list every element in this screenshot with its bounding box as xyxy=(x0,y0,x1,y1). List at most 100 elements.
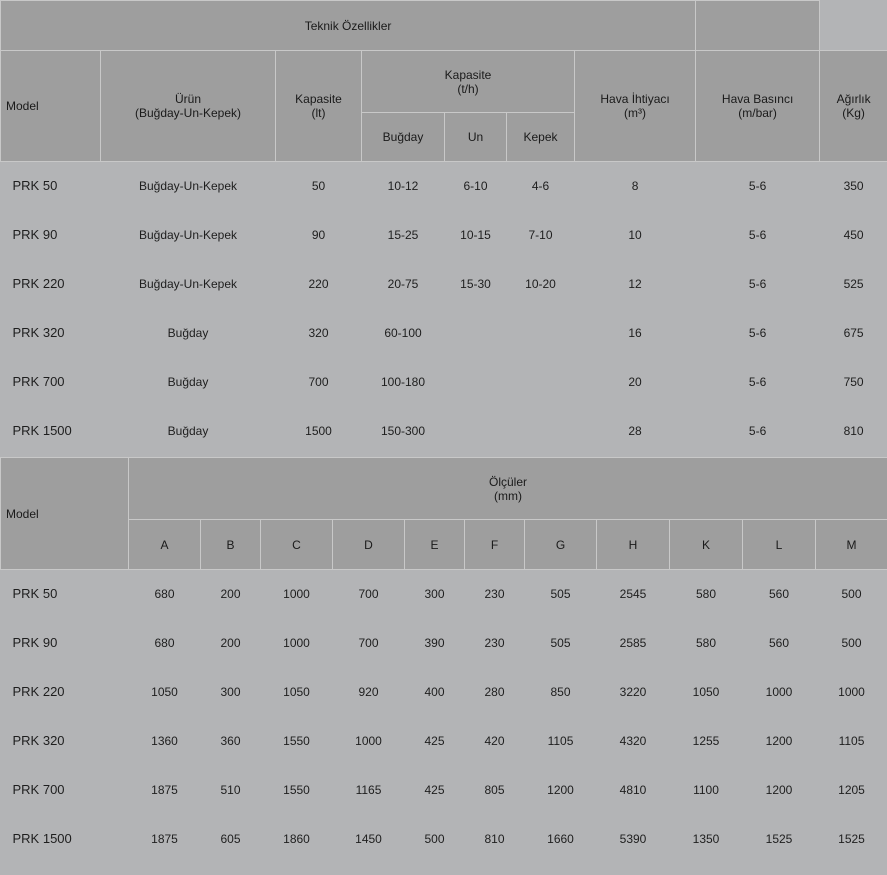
table-row: PRK 90 680 200 1000 700 390 230 505 2585 580 560 50… xyxy=(0,618,887,668)
table-cell xyxy=(506,406,575,456)
table-cell: 400 xyxy=(404,667,465,717)
specs-table-body: PRK 50 Buğday-Un-Kepek 50 10-12 6-10 4-6 8 5-6 3… xyxy=(0,161,887,456)
table-cell: 5-6 xyxy=(695,308,820,358)
table-cell: 1875 xyxy=(128,814,201,864)
table-cell: 15-25 xyxy=(361,210,445,260)
col-kepek: Kepek xyxy=(506,112,575,162)
dim-col-olculer: Ölçüler (mm) xyxy=(128,457,887,520)
table-cell xyxy=(444,406,507,456)
table-cell: 700 xyxy=(275,357,362,407)
model-cell: PRK 700 xyxy=(0,765,129,815)
table-cell: 1200 xyxy=(742,765,816,815)
table-cell xyxy=(506,308,575,358)
table-cell: 12 xyxy=(574,259,696,309)
table-cell xyxy=(444,308,507,358)
table-cell: 920 xyxy=(332,667,405,717)
table-row: PRK 320 Buğday 320 60-100 16 5-6 675 xyxy=(0,308,887,358)
model-cell: PRK 90 xyxy=(0,210,101,260)
model-cell: PRK 1500 xyxy=(0,406,101,456)
table-cell: Buğday xyxy=(100,406,276,456)
table-cell: 230 xyxy=(464,618,525,668)
table-cell: 805 xyxy=(464,765,525,815)
table-cell: 1875 xyxy=(128,765,201,815)
table-cell: 90 xyxy=(275,210,362,260)
table-row: PRK 90 Buğday-Un-Kepek 90 15-25 10-15 7-10 10 5… xyxy=(0,210,887,260)
dim-col-e: E xyxy=(404,519,465,570)
table-cell: 1450 xyxy=(332,814,405,864)
table-cell: 1660 xyxy=(524,814,597,864)
table-cell: 700 xyxy=(332,618,405,668)
table-cell: 5-6 xyxy=(695,406,820,456)
table-cell: 60-100 xyxy=(361,308,445,358)
table-cell: 100-180 xyxy=(361,357,445,407)
table-cell: 420 xyxy=(464,716,525,766)
dimensions-table: Model Ölçüler (mm) ABCDEFGHKLM PRK 50 680… xyxy=(0,457,887,864)
table-cell: 1050 xyxy=(669,667,743,717)
table-row: PRK 220 1050 300 1050 920 400 280 850 3220 1050 10… xyxy=(0,667,887,717)
dim-col-l: L xyxy=(742,519,816,570)
table-cell: 1550 xyxy=(260,716,333,766)
table-cell: 1525 xyxy=(815,814,887,864)
table-cell: 20 xyxy=(574,357,696,407)
table-cell: 200 xyxy=(200,569,261,619)
table-cell: 4-6 xyxy=(506,161,575,211)
table-cell: 10-20 xyxy=(506,259,575,309)
table-cell: 3220 xyxy=(596,667,670,717)
table-cell: 10-15 xyxy=(444,210,507,260)
table-cell: 150-300 xyxy=(361,406,445,456)
table-cell: 1860 xyxy=(260,814,333,864)
dim-col-h: H xyxy=(596,519,670,570)
table-row: PRK 320 1360 360 1550 1000 425 420 1105 4320 1255… xyxy=(0,716,887,766)
table-cell: 200 xyxy=(200,618,261,668)
table-cell: 7-10 xyxy=(506,210,575,260)
table-cell: 320 xyxy=(275,308,362,358)
table-cell: 680 xyxy=(128,618,201,668)
dim-col-b: B xyxy=(200,519,261,570)
table-cell: 300 xyxy=(404,569,465,619)
col-kapasite-lt: Kapasite (lt) xyxy=(275,50,362,162)
table-row: PRK 50 680 200 1000 700 300 230 505 2545 580 560 50… xyxy=(0,569,887,619)
table-cell: 230 xyxy=(464,569,525,619)
table-cell: 2545 xyxy=(596,569,670,619)
table-cell: 1105 xyxy=(524,716,597,766)
table-cell: 1050 xyxy=(128,667,201,717)
col-un: Un xyxy=(444,112,507,162)
table-row: PRK 1500 1875 605 1860 1450 500 810 1660 5390 135… xyxy=(0,814,887,864)
model-cell: PRK 50 xyxy=(0,569,129,619)
specs-title: Teknik Özellikler xyxy=(0,0,697,51)
table-cell: 580 xyxy=(669,569,743,619)
dim-col-f: F xyxy=(464,519,525,570)
table-cell: 1200 xyxy=(742,716,816,766)
dim-col-d: D xyxy=(332,519,405,570)
col-urun: Ürün (Buğday-Un-Kepek) xyxy=(100,50,276,162)
table-cell: 10-12 xyxy=(361,161,445,211)
table-row: PRK 220 Buğday-Un-Kepek 220 20-75 15-30 10-20… xyxy=(0,259,887,309)
col-bugday: Buğday xyxy=(361,112,445,162)
col-agirlik: Ağırlık (Kg) xyxy=(819,50,887,162)
table-cell: 280 xyxy=(464,667,525,717)
table-cell: 5-6 xyxy=(695,357,820,407)
col-kapasite-th: Kapasite (t/h) xyxy=(361,50,575,113)
table-cell: 1000 xyxy=(742,667,816,717)
table-cell: 390 xyxy=(404,618,465,668)
dim-col-a: A xyxy=(128,519,201,570)
table-cell xyxy=(444,357,507,407)
model-cell: PRK 320 xyxy=(0,716,129,766)
table-cell: 750 xyxy=(819,357,887,407)
table-cell: 1205 xyxy=(815,765,887,815)
table-cell: 525 xyxy=(819,259,887,309)
table-cell: 560 xyxy=(742,569,816,619)
table-cell: 1000 xyxy=(815,667,887,717)
table-cell: 5-6 xyxy=(695,161,820,211)
dimensions-table-body: PRK 50 680 200 1000 700 300 230 505 2545 580 560 50… xyxy=(0,569,887,864)
table-cell: 8 xyxy=(574,161,696,211)
model-cell: PRK 220 xyxy=(0,667,129,717)
table-cell: 500 xyxy=(404,814,465,864)
dim-col-m: M xyxy=(815,519,887,570)
table-cell: 5390 xyxy=(596,814,670,864)
col-model: Model xyxy=(0,50,101,162)
table-cell: 680 xyxy=(128,569,201,619)
table-cell: 1000 xyxy=(332,716,405,766)
table-cell: 300 xyxy=(200,667,261,717)
table-cell: 605 xyxy=(200,814,261,864)
